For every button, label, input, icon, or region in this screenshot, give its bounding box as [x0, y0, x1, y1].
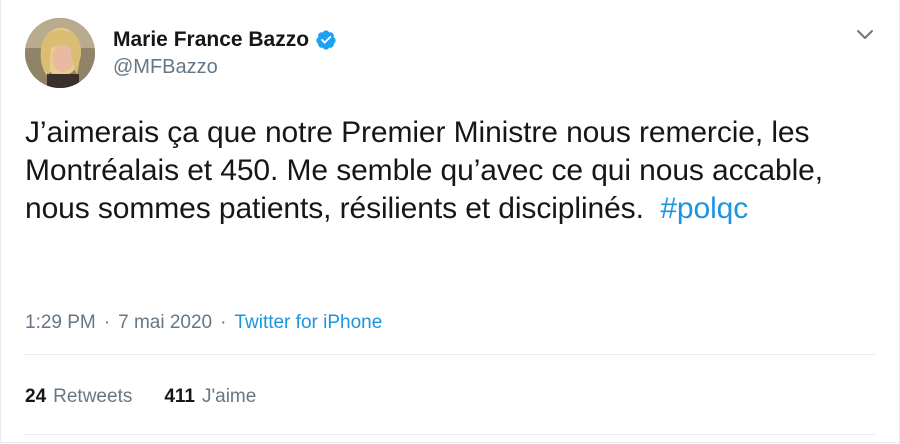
likes-count: 411 [164, 386, 195, 407]
tweet-stats: 24 Retweets 411 J'aime [25, 386, 256, 408]
likes-label: J'aime [202, 386, 257, 407]
display-name[interactable]: Marie France Bazzo [113, 28, 309, 52]
avatar[interactable] [25, 18, 95, 88]
verified-badge-icon [315, 29, 337, 51]
handle[interactable]: @MFBazzo [113, 56, 337, 79]
retweets-count: 24 [25, 386, 47, 407]
tweet-header: Marie France Bazzo @MFBazzo [25, 18, 875, 90]
retweets-stat[interactable]: 24 Retweets [25, 386, 132, 408]
name-row: Marie France Bazzo [113, 26, 337, 54]
tweet-meta: 1:29 PM · 7 mai 2020 · Twitter for iPhon… [25, 312, 382, 334]
divider [25, 354, 875, 355]
retweets-label: Retweets [53, 386, 133, 407]
hashtag-link[interactable]: #polqc [660, 192, 748, 225]
likes-stat[interactable]: 411 J'aime [164, 386, 256, 408]
tweet-card: Marie France Bazzo @MFBazzo J’aimerais ç… [0, 0, 900, 443]
divider [25, 434, 875, 435]
tweet-date[interactable]: 7 mai 2020 [118, 312, 212, 334]
chevron-down-icon[interactable] [855, 24, 875, 44]
tweet-text: J’aimerais ça que notre Premier Ministre… [25, 114, 875, 228]
tweet-time[interactable]: 1:29 PM [25, 312, 96, 334]
author-block: Marie France Bazzo @MFBazzo [113, 26, 337, 79]
meta-separator: · [220, 312, 227, 333]
source-link[interactable]: Twitter for iPhone [234, 312, 382, 334]
meta-separator: · [103, 312, 111, 333]
